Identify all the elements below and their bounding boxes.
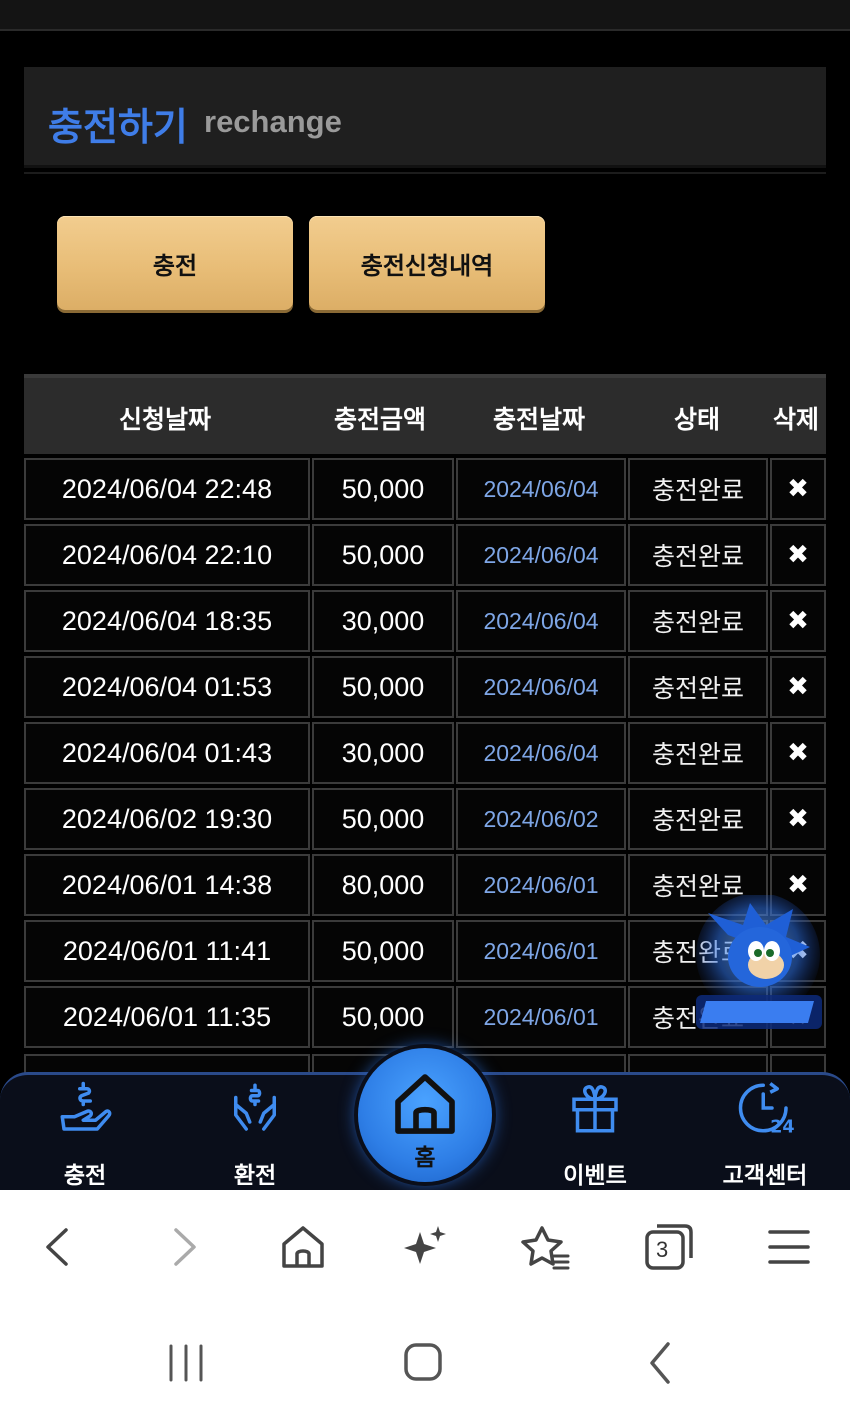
nav-charge[interactable]: 충전 [20,1078,150,1190]
status-cell: 충전완료 [628,590,768,652]
back-arrow-icon[interactable] [34,1222,84,1272]
amount-cell: 50,000 [312,524,454,586]
system-back-icon[interactable] [636,1338,686,1388]
browser-home-icon[interactable] [278,1222,328,1272]
tabs-icon [645,1224,693,1270]
amount-cell: 50,000 [312,920,454,982]
amount-cell: 30,000 [312,722,454,784]
delete-button[interactable]: ✖ [770,656,826,718]
request-date-cell: 2024/06/04 01:53 [24,656,310,718]
charge-date-cell: 2024/06/04 [456,458,626,520]
column-header-delete: 삭제 [773,405,820,434]
delete-button[interactable]: ✖ [770,722,826,784]
charge-button[interactable]: 충전 [57,216,293,310]
delete-button[interactable]: ✖ [770,524,826,586]
menu-icon[interactable] [764,1222,814,1272]
status-cell: 충전완료 [628,524,768,586]
nav-home[interactable]: 홈 [358,1048,492,1182]
hands-dollar-icon [234,1083,276,1131]
status-cell: 충전완료 [628,656,768,718]
mascot-badge-icon[interactable] [688,895,828,1035]
support-24-icon: 24 [738,1082,795,1137]
amount-cell: 50,000 [312,458,454,520]
column-header-charge-date: 충전날짜 [493,405,586,434]
tab-count: 3 [656,1237,669,1262]
home-icon [395,1074,455,1134]
forward-arrow-icon[interactable] [158,1222,208,1272]
delete-button[interactable]: ✖ [770,590,826,652]
request-date-cell: 2024/06/01 14:38 [24,854,310,916]
column-header-amount: 충전금액 [334,405,427,434]
nav-support-label: 고객센터 [722,1163,808,1189]
delete-button[interactable]: ✖ [770,788,826,850]
request-date-cell: 2024/06/04 18:35 [24,590,310,652]
charge-date-cell: 2024/06/01 [456,986,626,1048]
request-date-cell: 2024/06/04 22:10 [24,524,310,586]
status-cell: 충전완료 [628,722,768,784]
request-date-cell: 2024/06/01 11:35 [24,986,310,1048]
amount-cell: 30,000 [312,590,454,652]
status-cell: 충전완료 [628,458,768,520]
table-row: 2024/06/04 22:10 50,000 2024/06/04 충전완료 ✖ [24,522,826,588]
charge-date-cell: 2024/06/02 [456,788,626,850]
amount-cell: 80,000 [312,854,454,916]
charge-date-cell: 2024/06/04 [456,524,626,586]
request-date-cell: 2024/06/02 19:30 [24,788,310,850]
request-date-cell: 2024/06/01 11:41 [24,920,310,982]
table-row: 2024/06/04 22:48 50,000 2024/06/04 충전완료 ✖ [24,456,826,522]
recent-apps-icon[interactable] [161,1338,211,1388]
column-header-status: 상태 [674,405,721,434]
header-divider [24,172,826,174]
page-subtitle: rechange [204,104,342,139]
charge-date-cell: 2024/06/01 [456,854,626,916]
status-cell: 충전완료 [628,788,768,850]
nav-charge-label: 충전 [63,1163,107,1189]
nav-support[interactable]: 24 고객센터 [700,1078,830,1190]
amount-cell: 50,000 [312,656,454,718]
nav-exchange[interactable]: 환전 [190,1078,320,1190]
sparkle-icon[interactable] [400,1222,450,1272]
charge-date-cell: 2024/06/01 [456,920,626,982]
request-date-cell: 2024/06/04 22:48 [24,458,310,520]
charge-date-cell: 2024/06/04 [456,722,626,784]
nav-home-label: 홈 [414,1145,436,1171]
hand-coin-icon [60,1081,112,1131]
table-row: 2024/06/04 01:53 50,000 2024/06/04 충전완료 ✖ [24,654,826,720]
gift-icon [572,1085,618,1133]
table-row: 2024/06/04 18:35 30,000 2024/06/04 충전완료 ✖ [24,588,826,654]
delete-button[interactable]: ✖ [770,458,826,520]
tabs-button[interactable]: 3 [643,1222,695,1274]
system-home-icon[interactable] [398,1338,448,1388]
table-header: 신청날짜 충전금액 충전날짜 상태 삭제 [24,374,826,454]
charge-date-cell: 2024/06/04 [456,590,626,652]
nav-event[interactable]: 이벤트 [530,1078,660,1190]
page-title: 충전하기 [48,105,188,149]
top-strip [0,0,850,31]
nav-event-label: 이벤트 [563,1163,627,1189]
amount-cell: 50,000 [312,788,454,850]
amount-cell: 50,000 [312,986,454,1048]
table-row: 2024/06/04 01:43 30,000 2024/06/04 충전완료 ✖ [24,720,826,786]
nav-exchange-label: 환전 [233,1163,277,1189]
table-row: 2024/06/02 19:30 50,000 2024/06/02 충전완료 ✖ [24,786,826,852]
charge-date-cell: 2024/06/04 [456,656,626,718]
charge-history-button[interactable]: 충전신청내역 [309,216,545,310]
bookmark-star-icon[interactable] [520,1222,570,1272]
svg-text:24: 24 [770,1118,794,1137]
column-header-request-date: 신청날짜 [119,405,212,434]
request-date-cell: 2024/06/04 01:43 [24,722,310,784]
